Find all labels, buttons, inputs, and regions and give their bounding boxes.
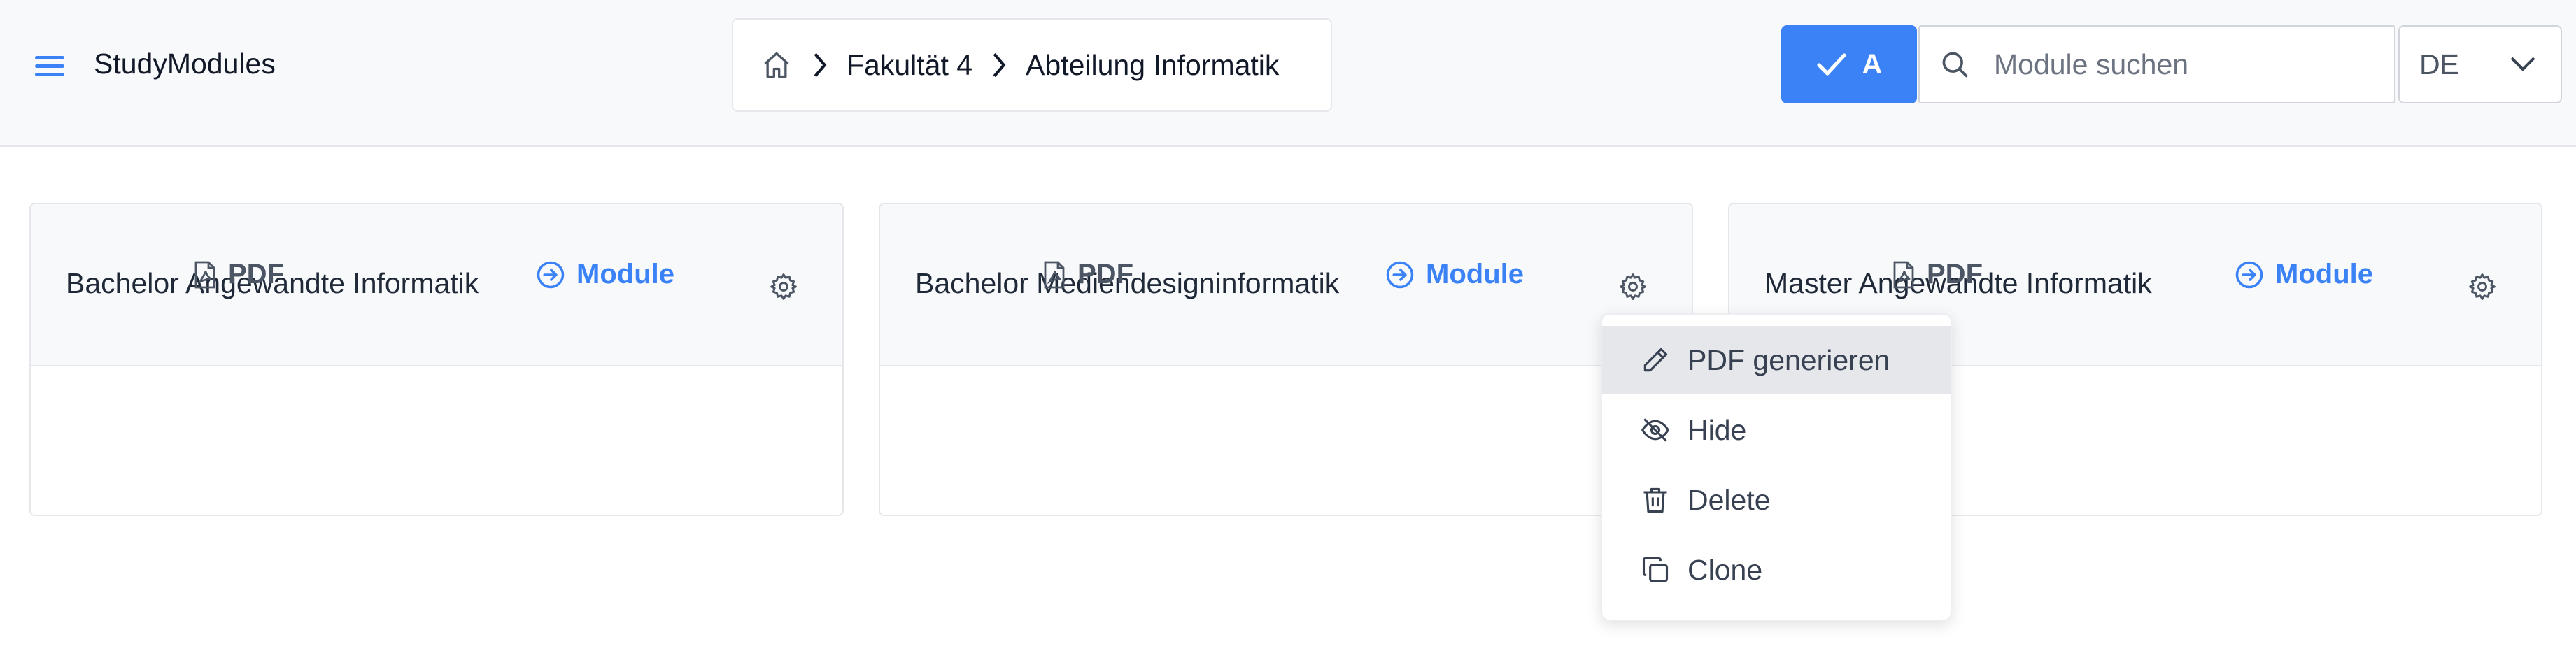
language-value: DE: [2419, 48, 2459, 80]
confirm-label: A: [1862, 48, 1883, 80]
pdf-file-icon: [1893, 261, 1914, 288]
chevron-right-icon: [985, 51, 1013, 79]
breadcrumb: Fakultät 4 Abteilung Informatik: [732, 18, 1332, 112]
card-header: Bachelor Angewandte Informatik: [31, 204, 842, 366]
eye-off-icon: [1641, 418, 1670, 442]
module-link[interactable]: Module: [536, 259, 674, 290]
menu-item-hide[interactable]: Hide: [1602, 396, 1951, 464]
menu-item-delete[interactable]: Delete: [1602, 466, 1951, 534]
search-box[interactable]: [1918, 25, 2395, 103]
card-footer: [31, 368, 842, 515]
copy-icon: [1642, 557, 1669, 583]
module-link[interactable]: Module: [1385, 259, 1524, 290]
menu-item-label: PDF generieren: [1687, 343, 1890, 376]
menu-item-label: Hide: [1687, 413, 1747, 446]
gear-icon[interactable]: [768, 271, 799, 302]
app-title: StudyModules: [94, 48, 276, 80]
top-bar: StudyModules Fakultät 4 Abteilung Inform…: [0, 0, 2576, 147]
program-card: Bachelor Angewandte Informatik: [29, 203, 844, 516]
pdf-link[interactable]: PDF: [1042, 259, 1133, 290]
confirm-button[interactable]: A: [1781, 25, 1917, 103]
module-label: Module: [2275, 259, 2373, 289]
menu-item-clone[interactable]: Clone: [1602, 536, 1951, 604]
arrow-circle-right-icon: [537, 261, 565, 288]
home-icon[interactable]: [761, 49, 793, 81]
language-select[interactable]: DE: [2398, 25, 2562, 103]
card-footer: [880, 368, 1692, 515]
pdf-link[interactable]: PDF: [193, 259, 284, 290]
module-label: Module: [576, 259, 674, 289]
gear-icon[interactable]: [1618, 271, 1648, 302]
pdf-label: PDF: [228, 259, 284, 289]
pdf-file-icon: [1044, 261, 1065, 288]
search-icon: [1939, 48, 1973, 81]
pencil-icon: [1643, 348, 1668, 372]
breadcrumb-item-department[interactable]: Abteilung Informatik: [1026, 49, 1279, 82]
breadcrumb-item-faculty[interactable]: Fakultät 4: [847, 49, 972, 82]
gear-icon[interactable]: [2467, 271, 2498, 302]
module-link[interactable]: Module: [2235, 259, 2373, 290]
pdf-link[interactable]: PDF: [1892, 259, 1983, 290]
menu-item-label: Clone: [1687, 553, 1763, 586]
context-menu: PDF generieren Hide Delete Clone: [1601, 313, 1952, 621]
menu-item-label: Delete: [1687, 483, 1771, 516]
trash-icon: [1643, 487, 1667, 513]
menu-item-generate-pdf[interactable]: PDF generieren: [1602, 326, 1951, 394]
check-icon: [1816, 53, 1846, 76]
search-input[interactable]: [1994, 48, 2372, 81]
arrow-circle-right-icon: [1386, 261, 1414, 288]
menu-icon[interactable]: [35, 53, 67, 77]
module-label: Module: [1426, 259, 1524, 289]
program-card: Bachelor Mediendesigninformatik: [879, 203, 1693, 516]
chevron-down-icon: [2510, 57, 2535, 71]
pdf-label: PDF: [1927, 259, 1983, 289]
arrow-circle-right-icon: [2235, 261, 2263, 288]
chevron-right-icon: [806, 51, 834, 79]
card-header: Bachelor Mediendesigninformatik: [880, 204, 1692, 366]
pdf-label: PDF: [1077, 259, 1133, 289]
pdf-file-icon: [194, 261, 215, 288]
